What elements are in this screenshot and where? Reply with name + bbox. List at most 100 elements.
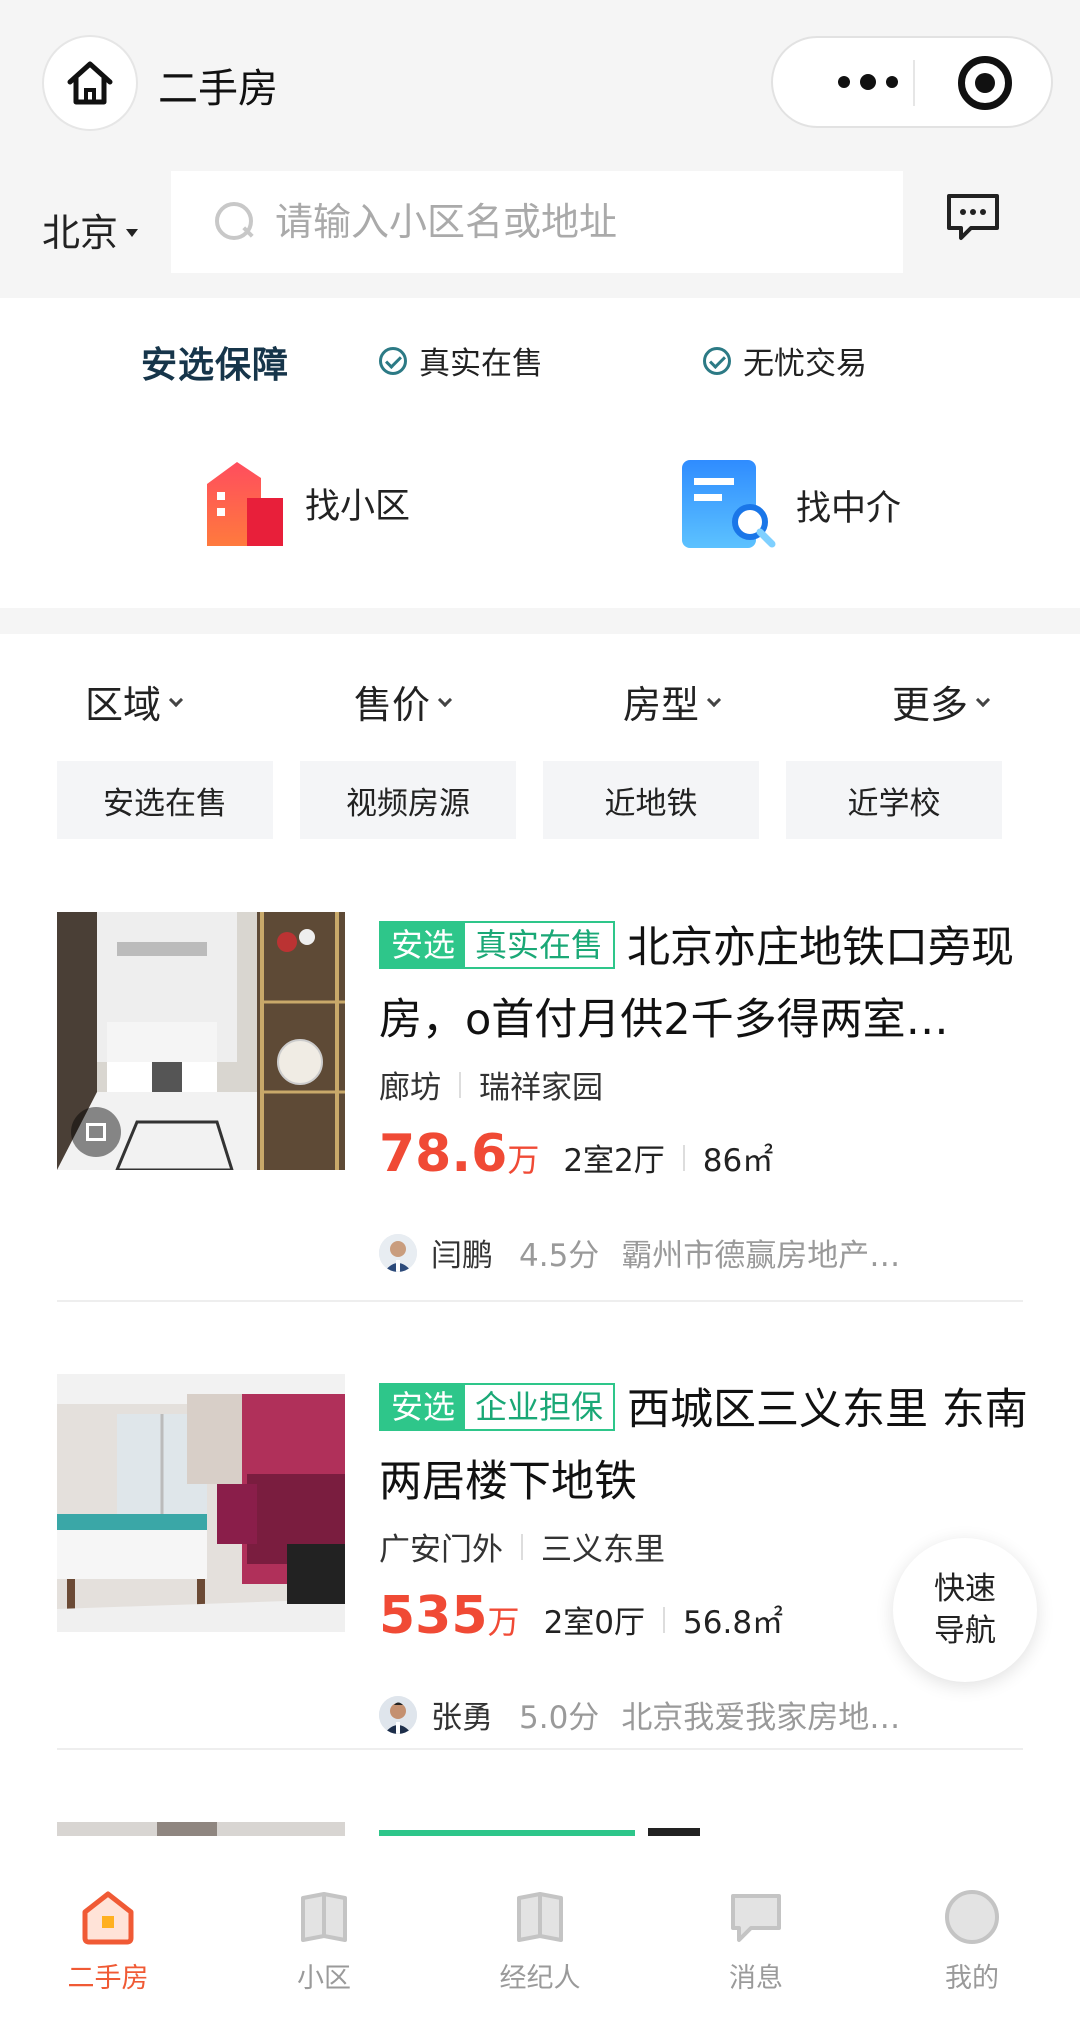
separator [459,1071,461,1098]
book-icon [301,1892,347,1942]
agent-name: 张勇 [431,1700,493,1736]
tab-label: 经纪人 [499,1963,581,1994]
chip-verified[interactable]: 安选在售 [57,761,273,839]
listing-card[interactable]: 安选 企业担保 西城区三义东里 东南两居楼下地铁 广安门外 三义东里 535 万 2室0… [57,1374,1028,1737]
listing-title: 安选 真实在售 北京亦庄地铁口旁现房，o首付月供2千多得两室… [379,912,1029,1056]
chip-subway[interactable]: 近地铁 [543,761,759,839]
dot [860,74,876,90]
chevron-down-icon [706,692,722,707]
quick-nav-label: 快速 [934,1571,996,1607]
tab-community[interactable]: 小区 [244,1888,404,1995]
guarantee-section: 安选保障 真实在售 无忧交易 找小区 找中介 [0,298,1080,608]
listing-specs: 2室0厅 56.8㎡ [544,1597,783,1642]
listing-tag: 安选 真实在售 [379,921,616,969]
listing-layout: 2室0厅 [543,1605,646,1641]
guarantee-brand: 安选保障 [141,345,290,386]
search-box[interactable] [171,171,903,273]
avatar [379,1695,417,1734]
listing-community: 三义东里 [541,1532,665,1568]
agent-company: 霸州市德赢房地产… [621,1238,901,1274]
agent-score: 5.0分 [519,1700,600,1736]
city-selector[interactable]: 北京 [42,202,139,257]
listing-community: 瑞祥家园 [479,1070,603,1106]
chevron-down-icon [168,692,184,707]
search-icon [215,202,255,242]
find-community-button[interactable]: 找小区 [203,458,410,548]
quick-nav-button[interactable]: 快速 导航 [893,1538,1037,1682]
check-circle-icon [703,346,731,375]
listing-photo-partial [57,1822,345,1836]
gallery-icon [71,1107,121,1157]
close-target-button[interactable] [958,56,1012,110]
tab-label: 我的 [945,1963,999,1994]
filter-district[interactable]: 区域 [85,674,184,729]
message-icon[interactable] [945,192,1001,244]
feature-label: 找小区 [305,486,411,527]
filter-more[interactable]: 更多 [892,674,991,729]
listing-layout: 2室2厅 [563,1143,665,1179]
listing-title-partial [648,1828,700,1836]
filter-label: 售价 [354,683,431,727]
agent-row[interactable]: 张勇 5.0分 北京我爱我家房地… [379,1692,921,1737]
capsule-divider [913,60,915,106]
house-icon [82,1891,134,1945]
target-icon [975,73,995,93]
agent-score: 4.5分 [519,1238,600,1274]
more-menu-button[interactable] [813,38,923,126]
filter-layout[interactable]: 房型 [623,674,722,729]
list-divider [57,1748,1023,1750]
tab-profile[interactable]: 我的 [892,1888,1052,1995]
chip-video[interactable]: 视频房源 [300,761,516,839]
guarantee-item: 无忧交易 [703,338,867,383]
chip-school[interactable]: 近学校 [786,761,1002,839]
filter-label: 房型 [623,683,700,727]
listing-location: 廊坊 瑞祥家园 [379,1062,603,1107]
price-unit: 万 [507,1141,540,1179]
tag-detail: 企业担保 [465,1385,614,1429]
caret-down-icon [126,228,139,237]
city-label: 北京 [42,211,119,255]
profile-circle-icon [945,1890,999,1944]
agent-row[interactable]: 闫鹏 4.5分 霸州市德赢房地产… [379,1230,921,1275]
agent-search-icon [682,460,776,548]
tab-label: 消息 [729,1963,783,1994]
avatar [379,1233,417,1272]
chevron-down-icon [437,692,453,707]
listing-price-row: 535 万 2室0厅 56.8㎡ [379,1586,783,1646]
tab-agent[interactable]: 经纪人 [460,1888,620,1995]
listing-district: 广安门外 [379,1532,503,1568]
tab-messages[interactable]: 消息 [676,1888,836,1995]
home-button[interactable] [42,35,138,131]
check-circle-icon [379,346,407,375]
listing-card[interactable]: 安选 真实在售 北京亦庄地铁口旁现房，o首付月供2千多得两室… 廊坊 瑞祥家园 78.… [57,912,1023,1275]
building-icon [207,462,283,546]
home-icon [67,61,113,105]
dot [886,76,898,88]
book-icon [517,1892,563,1942]
listing-price: 535 [379,1586,488,1646]
tag-detail: 真实在售 [465,923,614,967]
mini-program-capsule [771,36,1053,128]
quick-nav-label: 导航 [934,1613,996,1649]
find-agent-button[interactable]: 找中介 [680,458,901,552]
guarantee-item: 真实在售 [379,338,543,383]
listing-district: 廊坊 [379,1070,441,1106]
listing-specs: 2室2厅 86㎡ [563,1135,773,1180]
guarantee-item-label: 无忧交易 [743,346,867,382]
filter-section: 区域 售价 房型 更多 安选在售 视频房源 近地铁 近学校 [0,634,1080,894]
listing-area: 56.8㎡ [683,1605,784,1641]
tab-secondhand[interactable]: 二手房 [28,1888,188,1995]
chevron-down-icon [975,692,991,707]
separator [521,1533,523,1560]
price-unit: 万 [487,1603,520,1641]
filter-label: 区域 [85,683,162,727]
top-bar: 二手房 北京 [0,0,1080,298]
filter-price[interactable]: 售价 [354,674,453,729]
filter-label: 更多 [892,683,969,727]
search-input[interactable] [275,200,875,244]
dot [838,76,850,88]
listing-location: 广安门外 三义东里 [379,1524,665,1569]
listing-photo [57,912,345,1170]
tag-anxuan: 安选 [381,1385,466,1429]
listing-price: 78.6 [379,1124,508,1184]
